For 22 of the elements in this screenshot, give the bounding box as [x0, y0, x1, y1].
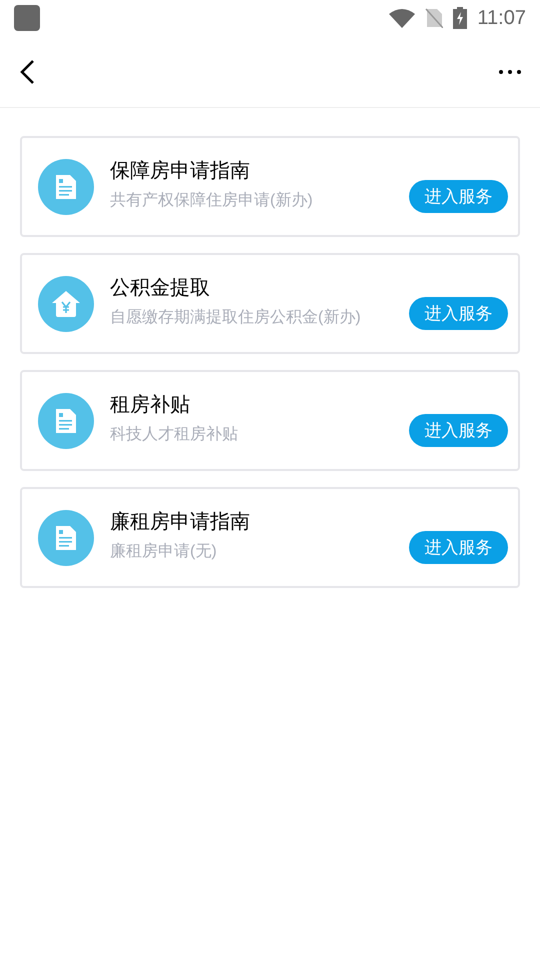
document-icon: [38, 392, 94, 448]
status-time: 11:07: [477, 6, 526, 31]
document-icon: [38, 510, 94, 566]
app-notification-icon: [14, 5, 40, 31]
service-subtitle: 自愿缴存期满提取住房公积金(新办): [110, 310, 362, 326]
more-icon[interactable]: [498, 68, 522, 74]
service-title: 廉租房申请指南: [110, 512, 251, 532]
document-icon: [38, 158, 94, 214]
no-sim-icon: [425, 8, 444, 28]
service-title: 公积金提取: [110, 278, 211, 298]
enter-service-button[interactable]: 进入服务: [409, 297, 508, 330]
service-title: 保障房申请指南: [110, 160, 251, 180]
house-icon: [38, 276, 94, 332]
enter-service-button[interactable]: 进入服务: [409, 414, 508, 447]
service-subtitle: 科技人才租房补贴: [110, 426, 239, 442]
service-subtitle: 廉租房申请(无): [110, 544, 218, 560]
service-subtitle: 共有产权保障住房申请(新办): [110, 192, 314, 208]
service-title: 租房补贴: [110, 394, 191, 414]
enter-service-button[interactable]: 进入服务: [409, 531, 508, 564]
enter-service-button[interactable]: 进入服务: [409, 180, 508, 213]
battery-icon: [453, 7, 468, 29]
wifi-icon: [389, 8, 416, 28]
